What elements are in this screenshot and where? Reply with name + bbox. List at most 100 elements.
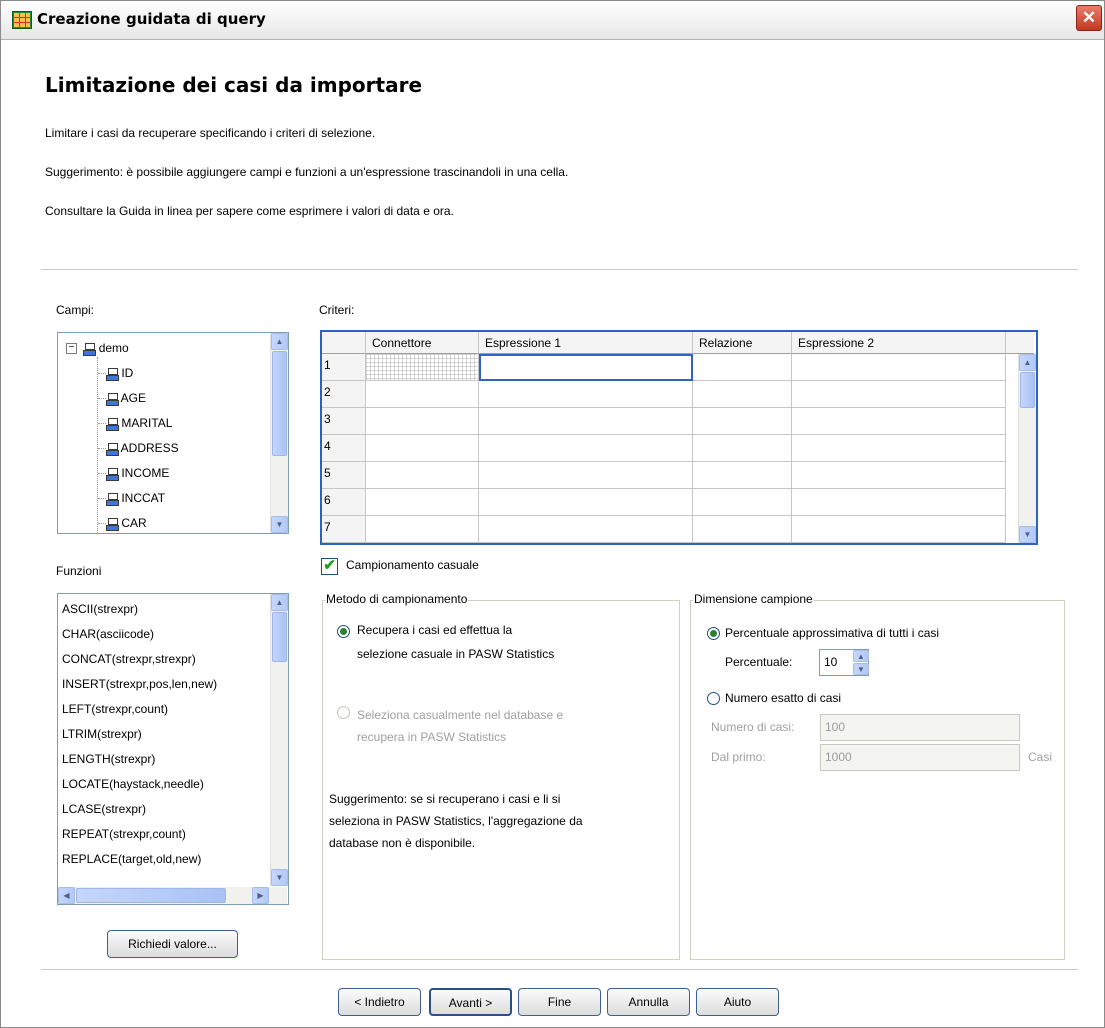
percent-radio[interactable] bbox=[707, 627, 720, 640]
scroll-down-icon[interactable]: ▼ bbox=[271, 869, 288, 886]
functions-label: Funzioni bbox=[56, 564, 102, 578]
functions-list[interactable]: ASCII(strexpr) CHAR(asciicode) CONCAT(st… bbox=[57, 593, 289, 905]
expression2-cell[interactable] bbox=[792, 408, 1006, 435]
expression2-cell[interactable] bbox=[792, 381, 1006, 408]
connector-cell[interactable] bbox=[366, 381, 479, 408]
connector-cell[interactable] bbox=[366, 489, 479, 516]
fields-scrollbar[interactable]: ▲ ▼ bbox=[270, 333, 288, 533]
connector-cell[interactable] bbox=[366, 462, 479, 489]
criteria-label: Criteri: bbox=[319, 303, 355, 317]
function-item[interactable]: LTRIM(strexpr) bbox=[62, 722, 142, 747]
collapse-icon[interactable]: − bbox=[66, 343, 77, 355]
scroll-thumb[interactable] bbox=[76, 888, 226, 903]
divider-top bbox=[41, 269, 1078, 270]
expression1-cell[interactable] bbox=[479, 408, 693, 435]
scroll-up-icon[interactable]: ▲ bbox=[271, 333, 288, 350]
field-item[interactable]: CAR bbox=[98, 511, 147, 533]
field-item[interactable]: ADDRESS bbox=[98, 436, 179, 461]
retrieve-then-sample-radio[interactable] bbox=[337, 625, 350, 638]
column-header: Espressione 2 bbox=[792, 332, 1006, 354]
random-sampling-label[interactable]: Campionamento casuale bbox=[346, 558, 479, 572]
field-item[interactable]: INCOME bbox=[98, 461, 169, 486]
random-sampling-checkbox[interactable]: ✔ bbox=[321, 558, 338, 575]
expression1-cell[interactable] bbox=[479, 462, 693, 489]
scroll-thumb[interactable] bbox=[1020, 372, 1035, 408]
row-number: 3 bbox=[322, 408, 366, 435]
relation-cell[interactable] bbox=[693, 354, 792, 381]
close-button[interactable]: ✕ bbox=[1076, 5, 1102, 31]
option1-line1[interactable]: Recupera i casi ed effettua la bbox=[357, 623, 512, 637]
relation-cell[interactable] bbox=[693, 381, 792, 408]
criteria-grid[interactable]: Connettore Espressione 1 Relazione Espre… bbox=[320, 330, 1038, 545]
functions-vscrollbar[interactable]: ▲ ▼ bbox=[270, 594, 288, 886]
grid-scrollbar[interactable]: ▲ ▼ bbox=[1018, 354, 1036, 543]
expression2-cell[interactable] bbox=[792, 354, 1006, 381]
expression2-cell[interactable] bbox=[792, 489, 1006, 516]
expression1-cell[interactable] bbox=[479, 516, 693, 543]
sample-in-database-radio[interactable] bbox=[337, 706, 350, 719]
exact-cases-label[interactable]: Numero esatto di casi bbox=[725, 691, 841, 705]
scroll-down-icon[interactable]: ▼ bbox=[1019, 526, 1036, 543]
scroll-up-icon[interactable]: ▲ bbox=[271, 594, 288, 611]
functions-hscrollbar[interactable]: ◀ ▶ bbox=[58, 887, 287, 904]
function-item[interactable]: LENGTH(strexpr) bbox=[62, 747, 155, 772]
function-item[interactable]: LOCATE(haystack,needle) bbox=[62, 772, 204, 797]
row-number: 4 bbox=[322, 435, 366, 462]
scroll-up-icon[interactable]: ▲ bbox=[1019, 354, 1036, 371]
from-first-input[interactable]: 1000 bbox=[820, 744, 1020, 771]
function-item[interactable]: REPLACE(target,old,new) bbox=[62, 847, 201, 872]
field-item[interactable]: AGE bbox=[98, 386, 146, 411]
expression1-cell[interactable] bbox=[479, 381, 693, 408]
connector-cell[interactable] bbox=[366, 516, 479, 543]
function-item[interactable]: INSERT(strexpr,pos,len,new) bbox=[62, 672, 217, 697]
fields-label: Campi: bbox=[56, 303, 95, 317]
row-number: 6 bbox=[322, 489, 366, 516]
relation-cell[interactable] bbox=[693, 516, 792, 543]
function-item[interactable]: REPEAT(strexpr,count) bbox=[62, 822, 186, 847]
expression2-cell[interactable] bbox=[792, 435, 1006, 462]
connector-cell[interactable] bbox=[366, 435, 479, 462]
table-app-icon bbox=[12, 11, 32, 29]
expression1-cell[interactable] bbox=[479, 435, 693, 462]
expression2-cell[interactable] bbox=[792, 462, 1006, 489]
connector-cell[interactable] bbox=[366, 354, 479, 381]
expression1-cell[interactable] bbox=[479, 354, 693, 381]
fields-tree[interactable]: − demo ID AGE MARITAL ADDRESS INCOME INC… bbox=[57, 332, 289, 534]
field-icon bbox=[106, 467, 119, 481]
finish-button[interactable]: Fine bbox=[518, 988, 601, 1016]
relation-cell[interactable] bbox=[693, 435, 792, 462]
scroll-left-icon[interactable]: ◀ bbox=[58, 887, 75, 904]
function-item[interactable]: LCASE(strexpr) bbox=[62, 797, 146, 822]
request-value-button[interactable]: Richiedi valore... bbox=[107, 930, 238, 958]
expression2-cell[interactable] bbox=[792, 516, 1006, 543]
function-item[interactable]: LEFT(strexpr,count) bbox=[62, 697, 168, 722]
field-item[interactable]: MARITAL bbox=[98, 411, 172, 436]
expression1-cell[interactable] bbox=[479, 489, 693, 516]
help-button[interactable]: Aiuto bbox=[696, 988, 779, 1016]
field-item[interactable]: INCCAT bbox=[98, 486, 165, 511]
field-item[interactable]: ID bbox=[98, 361, 133, 386]
back-button[interactable]: < Indietro bbox=[338, 988, 421, 1016]
cancel-button[interactable]: Annulla bbox=[607, 988, 690, 1016]
hint-line3: database non è disponibile. bbox=[329, 836, 476, 850]
num-cases-input[interactable]: 100 bbox=[820, 714, 1020, 741]
scroll-right-icon[interactable]: ▶ bbox=[252, 887, 269, 904]
spin-up-icon[interactable]: ▲ bbox=[853, 650, 869, 662]
scroll-thumb[interactable] bbox=[272, 612, 287, 662]
percent-option-label[interactable]: Percentuale approssimativa di tutti i ca… bbox=[725, 626, 939, 640]
connector-cell[interactable] bbox=[366, 408, 479, 435]
spin-down-icon[interactable]: ▼ bbox=[853, 663, 869, 675]
scroll-down-icon[interactable]: ▼ bbox=[271, 516, 288, 533]
cases-unit-label: Casi bbox=[1028, 750, 1053, 764]
function-item[interactable]: CHAR(asciicode) bbox=[62, 622, 154, 647]
function-item[interactable]: CONCAT(strexpr,strexpr) bbox=[62, 647, 196, 672]
function-item[interactable]: ASCII(strexpr) bbox=[62, 597, 138, 622]
relation-cell[interactable] bbox=[693, 408, 792, 435]
next-button[interactable]: Avanti > bbox=[429, 988, 512, 1016]
relation-cell[interactable] bbox=[693, 462, 792, 489]
exact-cases-radio[interactable] bbox=[707, 692, 720, 705]
percent-spinner[interactable]: ▲ ▼ bbox=[853, 650, 869, 675]
relation-cell[interactable] bbox=[693, 489, 792, 516]
option1-line2[interactable]: selezione casuale in PASW Statistics bbox=[357, 647, 554, 661]
scroll-thumb[interactable] bbox=[272, 351, 287, 456]
